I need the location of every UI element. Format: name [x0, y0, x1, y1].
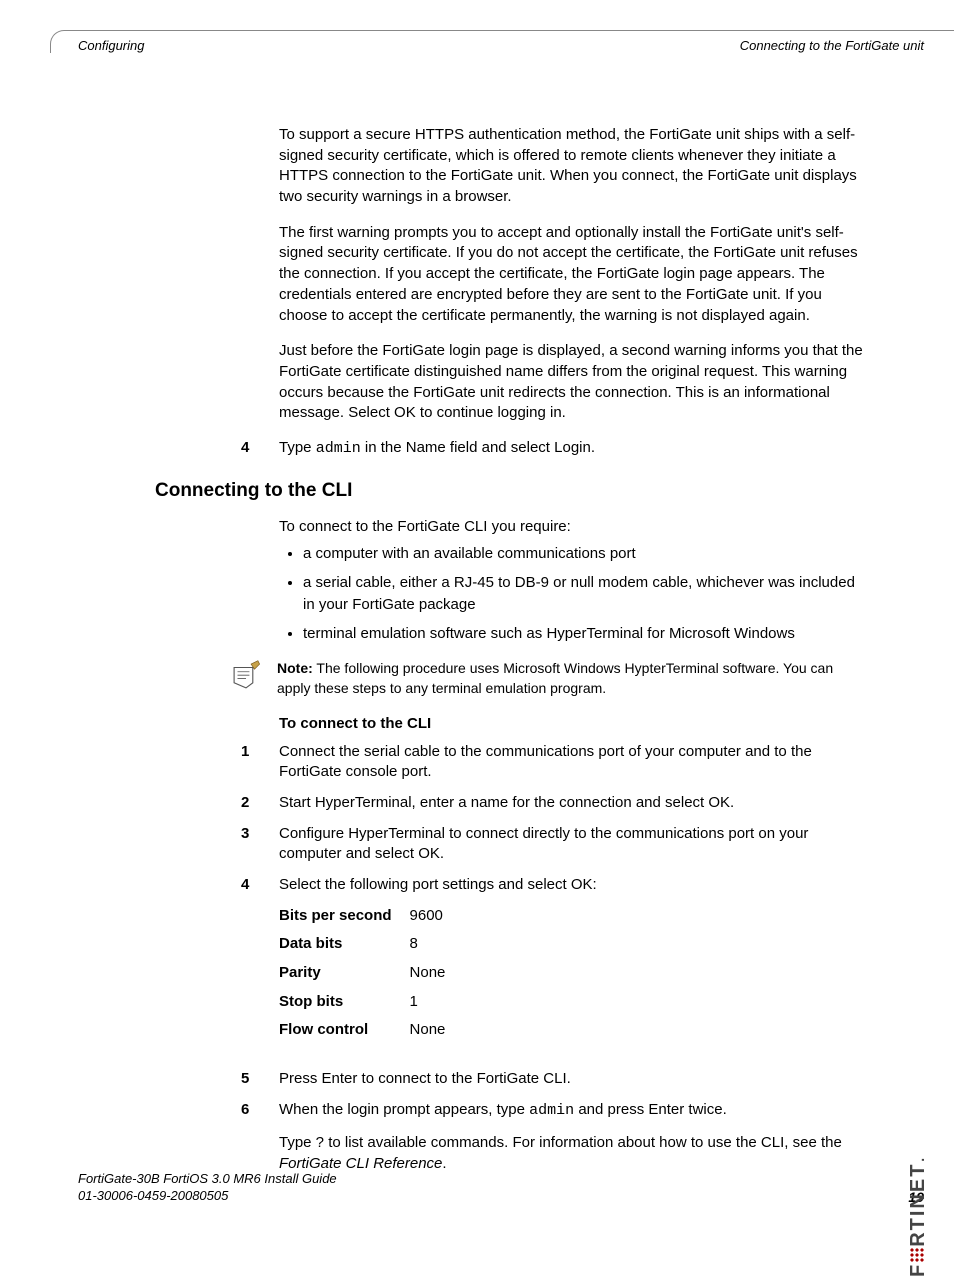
step-row: 5 Press Enter to connect to the FortiGat… [155, 1069, 867, 1090]
document-page: Configuring Connecting to the FortiGate … [0, 0, 954, 1235]
logo-text: F [907, 1263, 929, 1277]
table-row: Bits per second9600 [279, 902, 463, 931]
list-item: a serial cable, either a RJ-45 to DB-9 o… [303, 572, 867, 617]
step-text: Configure HyperTerminal to connect direc… [279, 824, 867, 865]
step-number: 3 [155, 824, 279, 865]
setting-value: None [410, 959, 464, 988]
header-left: Configuring [78, 38, 145, 53]
step-number: 4 [155, 875, 279, 1059]
list-item: terminal emulation software such as Hype… [303, 623, 867, 646]
text: Type ? to list available commands. For i… [279, 1134, 842, 1151]
step-row: 4 Select the following port settings and… [155, 875, 867, 1059]
list-item: a computer with an available communicati… [303, 543, 867, 566]
note-icon [229, 659, 263, 693]
setting-value: None [410, 1016, 464, 1045]
paragraph: Just before the FortiGate login page is … [279, 341, 867, 424]
footer-docid: 01-30006-0459-20080505 [78, 1188, 228, 1203]
step-text: Type admin in the Name field and select … [279, 438, 867, 460]
step-number: 4 [155, 438, 279, 460]
step-text: Press Enter to connect to the FortiGate … [279, 1069, 867, 1090]
header-right: Connecting to the FortiGate unit [740, 38, 924, 53]
step-row: 2 Start HyperTerminal, enter a name for … [155, 793, 867, 814]
footer-left: FortiGate-30B FortiOS 3.0 MR6 Install Gu… [78, 1171, 337, 1205]
text: in the Name field and select Login. [361, 439, 595, 456]
content-area: To support a secure HTTPS authentication… [155, 110, 867, 1185]
table-row: Flow controlNone [279, 1016, 463, 1045]
step-text: When the login prompt appears, type admi… [279, 1100, 867, 1175]
setting-value: 1 [410, 988, 464, 1017]
step-4-pre: 4 Type admin in the Name field and selec… [155, 438, 867, 460]
text: Type [279, 439, 316, 456]
note-label: Note: [277, 660, 313, 676]
setting-key: Parity [279, 959, 410, 988]
text: When the login prompt appears, type [279, 1101, 529, 1118]
step-number: 5 [155, 1069, 279, 1090]
setting-value: 8 [410, 930, 464, 959]
text: The following procedure uses Microsoft W… [277, 660, 833, 696]
paragraph: To support a secure HTTPS authentication… [279, 125, 867, 208]
text: Select the following port settings and s… [279, 876, 597, 893]
text: . [442, 1155, 446, 1172]
paragraph: Type ? to list available commands. For i… [279, 1133, 867, 1174]
setting-key: Data bits [279, 930, 410, 959]
note-block: Note: The following procedure uses Micro… [229, 659, 867, 698]
note-text: Note: The following procedure uses Micro… [277, 659, 867, 698]
step-number: 2 [155, 793, 279, 814]
step-row: 1 Connect the serial cable to the commun… [155, 742, 867, 783]
logo-dots-icon [910, 1248, 924, 1262]
setting-value: 9600 [410, 902, 464, 931]
text: and press Enter twice. [574, 1101, 727, 1118]
reference-title: FortiGate CLI Reference [279, 1155, 442, 1172]
step-number: 1 [155, 742, 279, 783]
paragraph: To connect to the FortiGate CLI you requ… [279, 517, 867, 538]
section-heading: Connecting to the CLI [155, 480, 867, 502]
step-number: 6 [155, 1100, 279, 1175]
requirements-list: a computer with an available communicati… [279, 543, 867, 645]
setting-key: Bits per second [279, 902, 410, 931]
step-row: 6 When the login prompt appears, type ad… [155, 1100, 867, 1175]
table-row: ParityNone [279, 959, 463, 988]
setting-key: Stop bits [279, 988, 410, 1017]
step-row: 3 Configure HyperTerminal to connect dir… [155, 824, 867, 865]
step-text: Select the following port settings and s… [279, 875, 867, 1059]
code-inline: admin [316, 440, 361, 457]
table-row: Data bits8 [279, 930, 463, 959]
code-inline: admin [529, 1102, 574, 1119]
paragraph: The first warning prompts you to accept … [279, 223, 867, 326]
table-row: Stop bits1 [279, 988, 463, 1017]
sub-heading: To connect to the CLI [279, 715, 867, 732]
fortinet-logo: FRTINET. [907, 1155, 930, 1277]
step-text: Connect the serial cable to the communic… [279, 742, 867, 783]
step-text: Start HyperTerminal, enter a name for th… [279, 793, 867, 814]
logo-text: RTINET [907, 1163, 929, 1247]
footer-title: FortiGate-30B FortiOS 3.0 MR6 Install Gu… [78, 1171, 337, 1186]
port-settings-table: Bits per second9600 Data bits8 ParityNon… [279, 902, 463, 1045]
setting-key: Flow control [279, 1016, 410, 1045]
